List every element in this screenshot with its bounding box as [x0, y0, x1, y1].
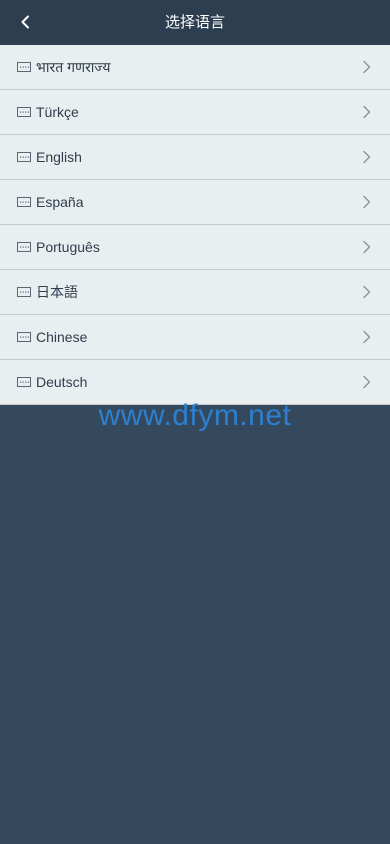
keyboard-icon — [17, 152, 31, 162]
language-label: 日本語 — [36, 284, 78, 300]
language-label: España — [36, 194, 84, 210]
language-list: भारत गणराज्य Türkçe English España Portu… — [0, 45, 390, 405]
keyboard-icon — [17, 377, 31, 387]
language-item[interactable]: Chinese — [0, 315, 390, 360]
chevron-right-icon — [363, 285, 371, 299]
language-item[interactable]: भारत गणराज्य — [0, 45, 390, 90]
language-label: Chinese — [36, 329, 88, 345]
keyboard-icon — [17, 287, 31, 297]
chevron-right-icon — [363, 60, 371, 74]
keyboard-icon — [17, 332, 31, 342]
language-label: Deutsch — [36, 374, 88, 390]
keyboard-icon — [17, 62, 31, 72]
language-item[interactable]: English — [0, 135, 390, 180]
keyboard-icon — [17, 197, 31, 207]
chevron-right-icon — [363, 195, 371, 209]
keyboard-icon — [17, 107, 31, 117]
language-item[interactable]: Português — [0, 225, 390, 270]
language-label: English — [36, 149, 82, 165]
top-bar: 选择语言 — [0, 0, 390, 45]
chevron-right-icon — [363, 240, 371, 254]
chevron-right-icon — [363, 375, 371, 389]
language-item[interactable]: España — [0, 180, 390, 225]
watermark-text: www.dfym.net — [98, 399, 292, 432]
keyboard-icon — [17, 242, 31, 252]
chevron-right-icon — [363, 330, 371, 344]
chevron-right-icon — [363, 150, 371, 164]
language-label: Türkçe — [36, 104, 79, 120]
chevron-right-icon — [363, 105, 371, 119]
language-label: भारत गणराज्य — [36, 59, 111, 75]
page-title: 选择语言 — [164, 13, 225, 31]
language-item[interactable]: Türkçe — [0, 90, 390, 135]
language-item[interactable]: 日本語 — [0, 270, 390, 315]
language-label: Português — [36, 239, 100, 255]
